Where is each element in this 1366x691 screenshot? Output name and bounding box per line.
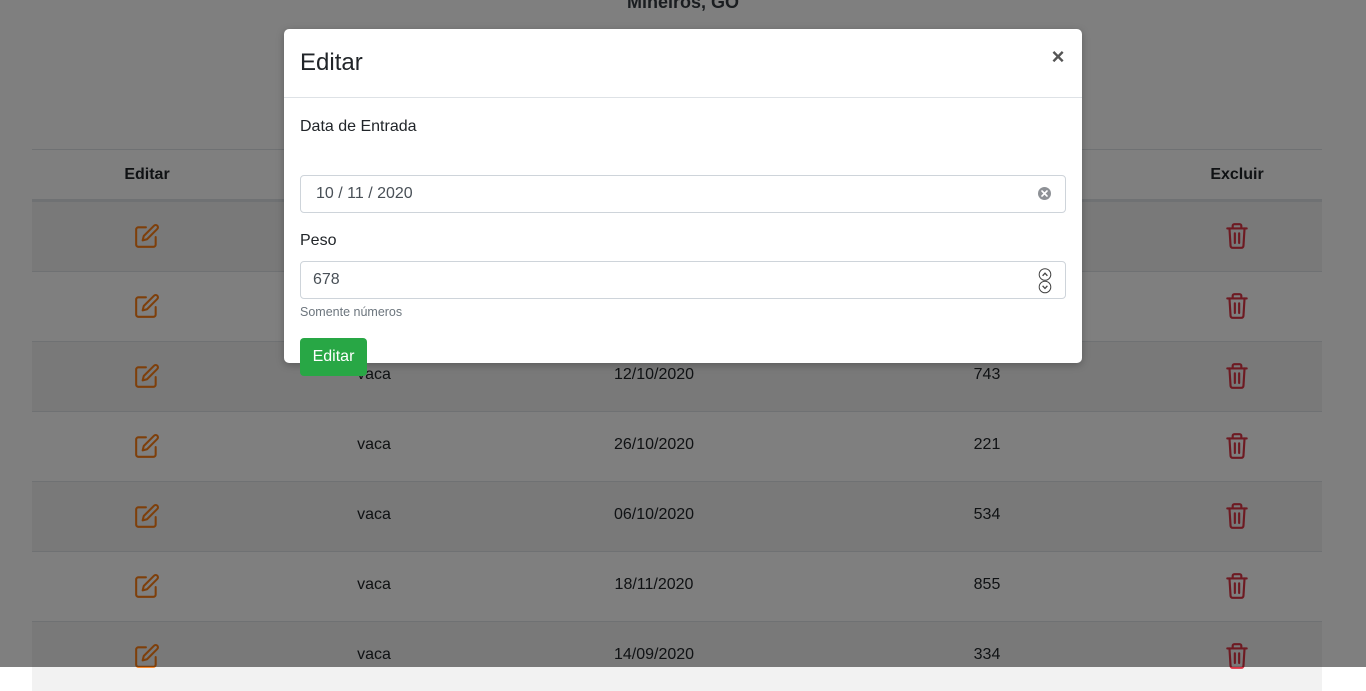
close-icon: ×: [1051, 44, 1065, 69]
weight-value: 678: [313, 271, 340, 288]
weight-input[interactable]: 678: [300, 261, 1066, 299]
modal-title: Editar: [300, 49, 363, 76]
weight-help-text: Somente números: [300, 305, 403, 319]
close-button[interactable]: ×: [1048, 45, 1068, 69]
submit-edit-button[interactable]: Editar: [300, 338, 367, 376]
clear-icon[interactable]: [1038, 187, 1051, 205]
edit-modal: Editar × Data de Entrada 10 / 11 / 2020 …: [284, 29, 1082, 376]
modal-header: Editar ×: [284, 29, 1082, 98]
date-value: 10 / 11 / 2020: [316, 185, 413, 202]
date-label: Data de Entrada: [300, 118, 417, 135]
weight-label: Peso: [300, 232, 337, 249]
date-input[interactable]: 10 / 11 / 2020: [300, 175, 1066, 213]
spinner-icon[interactable]: [1038, 268, 1052, 299]
